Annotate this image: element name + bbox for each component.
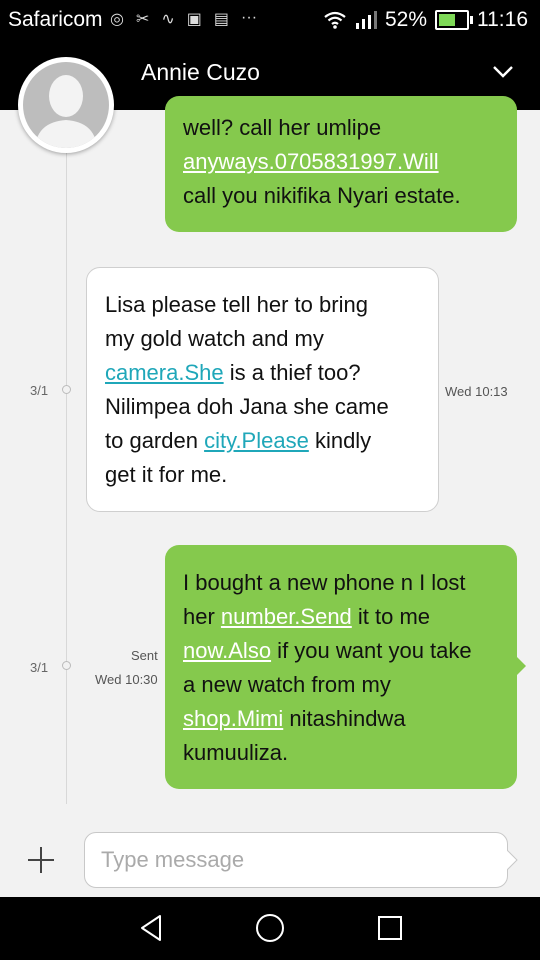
message-status: Sent <box>131 648 158 663</box>
message-bubble-sent[interactable]: I bought a new phone n I lost her number… <box>165 545 517 789</box>
avatar[interactable] <box>18 57 114 153</box>
message-link[interactable]: now.Also <box>183 638 271 663</box>
message-text-segment: well? call her umlipe <box>183 115 382 140</box>
message-text-segment: it to me <box>357 604 431 629</box>
message-link[interactable]: anyways.0705831997.Will <box>183 149 439 174</box>
add-icon[interactable] <box>26 845 56 875</box>
message-link[interactable]: city.Please <box>204 428 309 453</box>
message-text-segment: Lisa please tell her to bring my gold wa… <box>105 292 368 351</box>
person-silhouette-icon <box>35 75 97 148</box>
message-text-segment: call you nikifika Nyari estate. <box>183 183 461 208</box>
battery-fill <box>439 14 455 26</box>
carrier-name: Safaricom <box>8 8 103 31</box>
signal-icon <box>355 11 377 29</box>
message-bubble-received[interactable]: Lisa please tell her to bring my gold wa… <box>86 267 439 512</box>
message-text: Lisa please tell her to bring my gold wa… <box>105 288 420 492</box>
timeline-line <box>66 150 67 804</box>
timeline-dot <box>62 385 71 394</box>
message-date: 3/1 <box>30 383 49 398</box>
signal-check-icon: ∿ <box>161 11 175 28</box>
message-text: well? call her umlipe anyways.0705831997… <box>183 111 499 213</box>
chevron-down-icon[interactable] <box>492 60 514 82</box>
contact-name[interactable]: Annie Cuzo <box>141 59 260 86</box>
message-link[interactable]: number.Send <box>221 604 352 629</box>
composer <box>0 815 540 897</box>
message-date: 3/1 <box>30 660 49 675</box>
back-icon[interactable] <box>134 911 168 945</box>
image-icon: ▣ <box>186 11 202 28</box>
message-time: Wed 10:30 <box>95 672 158 687</box>
wifi-icon <box>324 11 346 29</box>
message-link[interactable]: shop.Mimi <box>183 706 283 731</box>
message-link[interactable]: camera.She <box>105 360 224 385</box>
home-icon[interactable] <box>253 911 287 945</box>
timeline-dot <box>62 661 71 670</box>
chat-icon: ▤ <box>213 11 230 28</box>
more-icon: ··· <box>241 9 258 26</box>
message-text: I bought a new phone n I lost her number… <box>183 566 499 770</box>
muted-icon: ✂ <box>135 11 150 28</box>
bubble-tail <box>516 656 526 676</box>
message-input[interactable] <box>84 832 508 888</box>
status-bar: Safaricom ◎ ✂ ∿ ▣ ▤ ··· 52% 11:16 <box>0 0 540 40</box>
message-bubble-sent[interactable]: well? call her umlipe anyways.0705831997… <box>165 96 517 232</box>
message-time: Wed 10:13 <box>445 384 508 399</box>
notification-icons: ◎ ✂ ∿ ▣ ▤ ··· <box>110 9 257 29</box>
battery-percent: 52% <box>384 8 427 31</box>
record-icon: ◎ <box>110 11 124 28</box>
navigation-bar <box>0 897 540 960</box>
battery-icon <box>435 10 473 30</box>
recents-icon[interactable] <box>373 911 407 945</box>
clock: 11:16 <box>477 8 528 31</box>
input-tail <box>507 850 518 870</box>
status-right: 52% 11:16 <box>323 8 528 32</box>
